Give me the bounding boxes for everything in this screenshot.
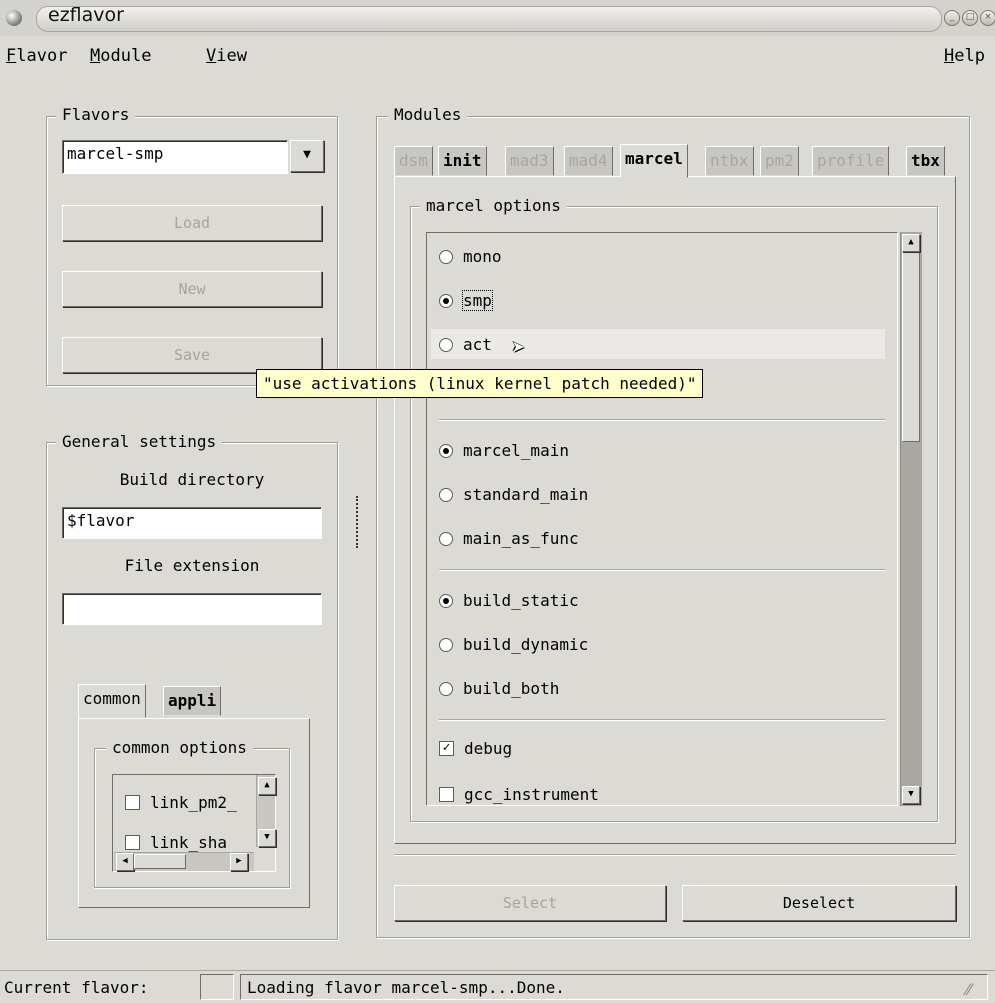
option-build-static[interactable]: build_static	[439, 591, 579, 610]
separator	[439, 569, 885, 571]
tab-tbx[interactable]: tbx	[906, 146, 945, 176]
act-hover-row	[431, 329, 885, 359]
tab-marcel[interactable]: marcel	[620, 144, 688, 178]
build-directory-label: Build directory	[119, 470, 265, 489]
scroll-down-icon[interactable]: ▼	[258, 829, 276, 847]
menu-help[interactable]: Help	[944, 46, 985, 66]
new-button[interactable]: New	[62, 271, 322, 307]
status-message: Loading flavor marcel-smp...Done.	[240, 974, 988, 1000]
debug-checkbox[interactable]: ✓	[439, 741, 454, 756]
modules-label: Modules	[388, 105, 468, 124]
option-build-dynamic[interactable]: build_dynamic	[439, 635, 588, 654]
file-extension-input[interactable]	[62, 593, 322, 625]
maximize-icon[interactable]: □	[962, 10, 978, 26]
resize-grip-icon[interactable]: ⁄⁄	[966, 980, 971, 999]
scroll-up-icon[interactable]: ▲	[258, 777, 276, 795]
gcc-instrument-checkbox[interactable]	[439, 787, 454, 802]
flavor-combo-value[interactable]: marcel-smp	[62, 140, 288, 174]
deselect-button[interactable]: Deselect	[682, 885, 956, 921]
smp-radio[interactable]	[439, 293, 453, 308]
option-act[interactable]: act	[439, 335, 492, 354]
tab-common[interactable]: common	[78, 684, 146, 718]
title-bar: ezflavor _ □ ×	[0, 0, 995, 36]
tab-dsm[interactable]: dsm	[394, 146, 433, 176]
pane-resize-handle[interactable]	[356, 496, 360, 548]
window-menu-icon[interactable]	[6, 10, 22, 26]
link-sha-checkbox[interactable]	[125, 835, 140, 850]
separator	[394, 854, 956, 856]
standard-main-radio[interactable]	[439, 487, 453, 502]
scroll-right-icon[interactable]: ▶	[230, 853, 248, 871]
marcel-options-label: marcel options	[420, 196, 567, 215]
save-button[interactable]: Save	[62, 337, 322, 373]
tab-init[interactable]: init	[438, 146, 487, 176]
menu-view[interactable]: View	[206, 46, 247, 66]
scroll-down-icon[interactable]: ▼	[902, 786, 920, 804]
option-standard-main[interactable]: standard_main	[439, 485, 588, 504]
menu-flavor[interactable]: Flavor	[6, 46, 67, 66]
tab-appli[interactable]: appli	[163, 686, 222, 716]
separator	[439, 419, 885, 421]
vscroll-thumb[interactable]	[902, 252, 920, 442]
load-button[interactable]: Load	[62, 205, 322, 241]
build-directory-input[interactable]: $flavor	[62, 507, 322, 539]
build-dynamic-radio[interactable]	[439, 637, 453, 652]
option-link-sha[interactable]: link_sha	[125, 833, 227, 852]
marcel-main-radio[interactable]	[439, 443, 453, 458]
file-extension-label: File extension	[124, 556, 260, 575]
menu-module[interactable]: Module	[90, 46, 151, 66]
mouse-cursor-icon: ➤	[512, 336, 526, 361]
hscroll-thumb[interactable]	[134, 854, 186, 869]
general-settings-label: General settings	[56, 432, 223, 451]
flavors-group-label: Flavors	[56, 105, 136, 124]
marcel-options-list: mono smp act marcel_main standard_main m…	[426, 232, 898, 806]
option-marcel-main[interactable]: marcel_main	[439, 441, 569, 460]
tab-mad4[interactable]: mad4	[564, 146, 613, 176]
close-icon[interactable]: ×	[980, 10, 995, 26]
option-link-pm2[interactable]: link_pm2_	[125, 793, 237, 812]
link-pm2-checkbox[interactable]	[125, 795, 140, 810]
chevron-down-icon[interactable]: ▼	[290, 140, 324, 172]
tab-pm2[interactable]: pm2	[760, 146, 799, 176]
title-pill	[36, 6, 942, 32]
mono-radio[interactable]	[439, 249, 453, 264]
tab-mad3[interactable]: mad3	[505, 146, 554, 176]
option-mono[interactable]: mono	[439, 247, 502, 266]
menu-bar: Flavor Module View Help	[0, 38, 995, 74]
act-radio[interactable]	[439, 337, 453, 352]
build-static-radio[interactable]	[439, 593, 453, 608]
option-build-both[interactable]: build_both	[439, 679, 559, 698]
build-both-radio[interactable]	[439, 681, 453, 696]
minimize-icon[interactable]: _	[944, 10, 960, 26]
select-button[interactable]: Select	[394, 885, 666, 921]
common-options-label: common options	[106, 738, 253, 757]
main-as-func-radio[interactable]	[439, 531, 453, 546]
tab-profile[interactable]: profile	[812, 146, 890, 176]
option-debug[interactable]: ✓ debug	[439, 739, 512, 758]
scroll-up-icon[interactable]: ▲	[902, 234, 920, 252]
current-flavor-label: Current flavor:	[4, 978, 149, 997]
separator	[439, 719, 885, 721]
tab-ntbx[interactable]: ntbx	[705, 146, 754, 176]
option-gcc-instrument[interactable]: gcc_instrument	[439, 785, 599, 804]
option-main-as-func[interactable]: main_as_func	[439, 529, 579, 548]
current-flavor-value	[200, 974, 234, 1000]
option-smp[interactable]: smp	[439, 290, 493, 311]
window-title: ezflavor	[48, 4, 124, 26]
act-tooltip: "use activations (linux kernel patch nee…	[256, 369, 704, 398]
scroll-left-icon[interactable]: ◀	[116, 853, 134, 871]
